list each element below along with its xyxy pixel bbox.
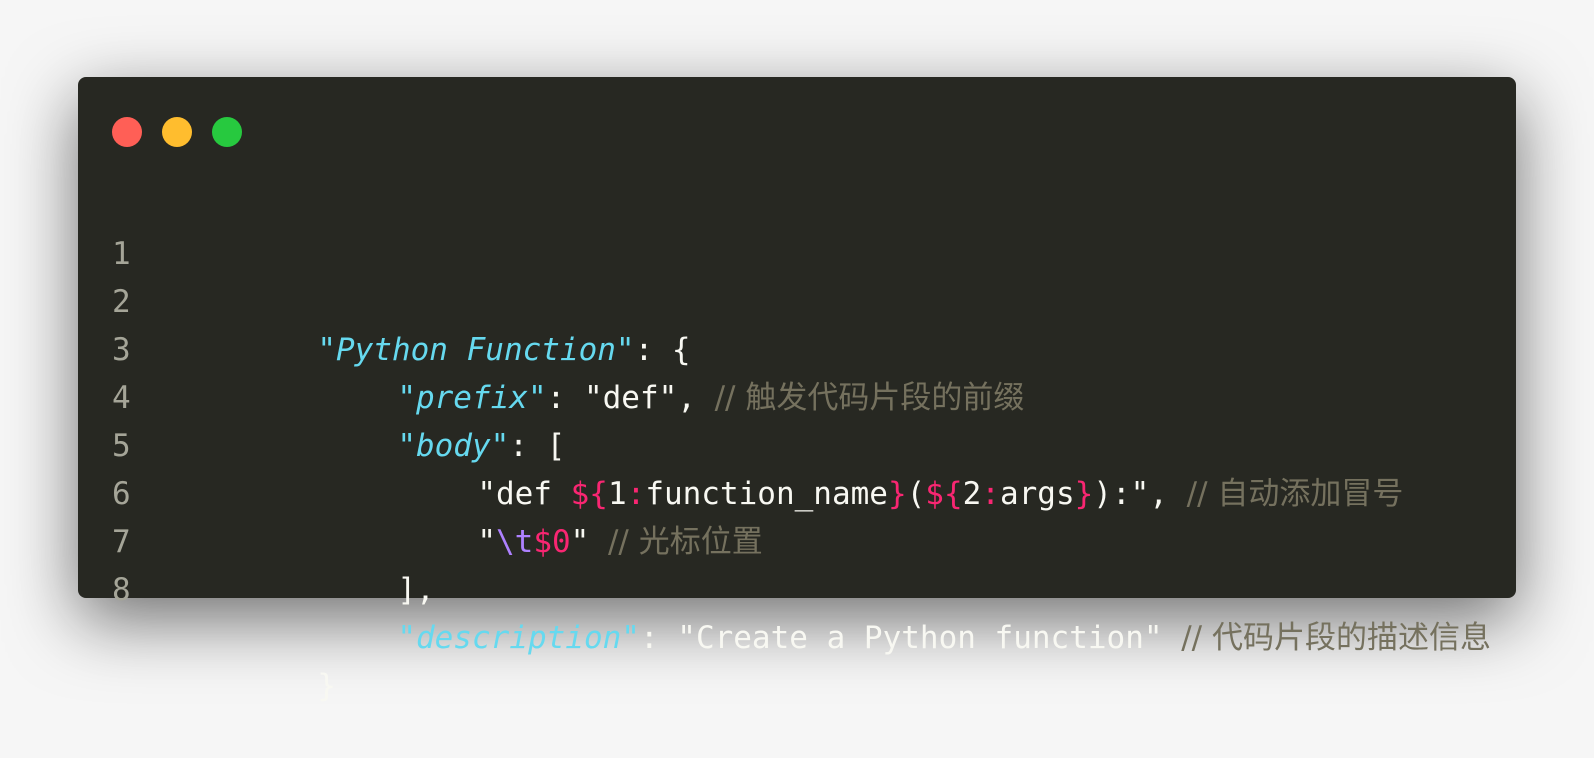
code-text: : "Create a Python function" — [639, 620, 1182, 656]
minimize-dot-icon[interactable] — [162, 117, 192, 147]
close-dot-icon[interactable] — [112, 117, 142, 147]
maximize-dot-icon[interactable] — [212, 117, 242, 147]
line-number: 8 — [112, 572, 131, 608]
code-line: 2 "prefix": "def", // 触发代码片段的前缀 — [78, 230, 1516, 416]
code-line: 1 "Python Function": { — [78, 182, 1516, 368]
code-line: 8 } — [78, 518, 1516, 704]
code-line: 6 ], — [78, 422, 1516, 608]
code-comment: // 代码片段的描述信息 — [1181, 620, 1491, 656]
json-key: "description" — [397, 620, 640, 656]
code-window: 1 "Python Function": { 2 "prefix": "def"… — [78, 77, 1516, 704]
code-line: 4 "def ${1:function_name}(${2:args}):", … — [78, 326, 1516, 512]
code-line: 5 "\t$0" // 光标位置 — [78, 374, 1516, 560]
window-controls — [112, 117, 242, 147]
code-line: 7 "description": "Create a Python functi… — [78, 470, 1516, 656]
code-text: } — [317, 668, 336, 704]
code-block: 1 "Python Function": { 2 "prefix": "def"… — [78, 182, 1516, 704]
code-line: 3 "body": [ — [78, 278, 1516, 464]
